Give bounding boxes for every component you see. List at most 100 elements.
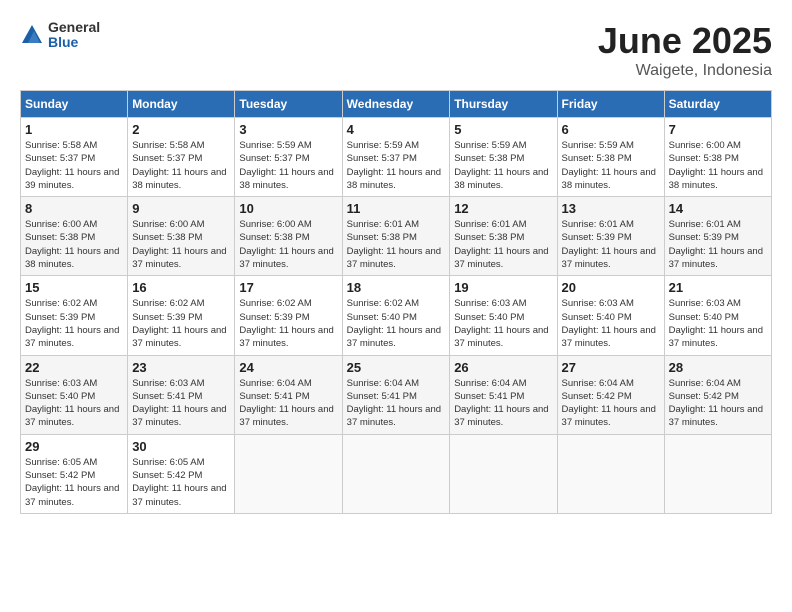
day-number: 28 [669,360,767,375]
logo-general: General [48,20,100,35]
calendar-day-cell: 22 Sunrise: 6:03 AMSunset: 5:40 PMDayligh… [21,355,128,434]
weekday-header-cell: Monday [128,91,235,118]
day-info: Sunrise: 6:03 AMSunset: 5:41 PMDaylight:… [132,377,230,430]
day-number: 23 [132,360,230,375]
day-info: Sunrise: 6:04 AMSunset: 5:42 PMDaylight:… [669,377,767,430]
calendar-day-cell: 4Sunrise: 5:59 AMSunset: 5:37 PMDaylight… [342,118,450,197]
calendar-day-cell: 24Sunrise: 6:04 AMSunset: 5:41 PMDayligh… [235,355,342,434]
day-info: Sunrise: 6:03 AMSunset: 5:40 PMDaylight:… [669,297,767,350]
logo-text: General Blue [48,20,100,51]
calendar-day-cell: 25Sunrise: 6:04 AMSunset: 5:41 PMDayligh… [342,355,450,434]
location: Waigete, Indonesia [598,62,772,80]
day-number: 16 [132,280,230,295]
day-info: Sunrise: 5:58 AMSunset: 5:37 PMDaylight:… [132,139,230,192]
day-number: 30 [132,439,230,454]
day-info: Sunrise: 6:02 AMSunset: 5:39 PMDaylight:… [132,297,230,350]
day-info: Sunrise: 5:59 AMSunset: 5:37 PMDaylight:… [239,139,337,192]
day-number: 8 [25,201,123,216]
day-number: 5 [454,122,552,137]
calendar-day-cell: 26 Sunrise: 6:04 AMSunset: 5:41 PMDayligh… [450,355,557,434]
day-number: 14 [669,201,767,216]
calendar-week-row: 22 Sunrise: 6:03 AMSunset: 5:40 PMDayligh… [21,355,772,434]
calendar-day-cell: 8Sunrise: 6:00 AMSunset: 5:38 PMDaylight… [21,197,128,276]
weekday-header-cell: Thursday [450,91,557,118]
calendar-day-cell: 19Sunrise: 6:03 AMSunset: 5:40 PMDayligh… [450,276,557,355]
day-number: 13 [562,201,660,216]
day-info: Sunrise: 6:01 AMSunset: 5:39 PMDaylight:… [669,218,767,271]
day-info: Sunrise: 6:01 AMSunset: 5:38 PMDaylight:… [454,218,552,271]
day-number: 7 [669,122,767,137]
day-info: Sunrise: 5:58 AMSunset: 5:37 PMDaylight:… [25,139,123,192]
calendar-day-cell [557,434,664,513]
calendar-day-cell: 5 Sunrise: 5:59 AMSunset: 5:38 PMDaylight… [450,118,557,197]
calendar-day-cell: 6 Sunrise: 5:59 AMSunset: 5:38 PMDaylight… [557,118,664,197]
calendar-day-cell [450,434,557,513]
calendar-day-cell: 23 Sunrise: 6:03 AMSunset: 5:41 PMDayligh… [128,355,235,434]
month-title: June 2025 [598,20,772,62]
day-info: Sunrise: 6:03 AMSunset: 5:40 PMDaylight:… [454,297,552,350]
day-info: Sunrise: 6:00 AMSunset: 5:38 PMDaylight:… [669,139,767,192]
day-number: 10 [239,201,337,216]
day-info: Sunrise: 6:00 AMSunset: 5:38 PMDaylight:… [239,218,337,271]
logo-icon [20,23,44,47]
calendar-day-cell: 7 Sunrise: 6:00 AMSunset: 5:38 PMDaylight… [664,118,771,197]
weekday-header-cell: Tuesday [235,91,342,118]
calendar-day-cell: 28 Sunrise: 6:04 AMSunset: 5:42 PMDayligh… [664,355,771,434]
day-info: Sunrise: 6:05 AMSunset: 5:42 PMDaylight:… [25,456,123,509]
day-number: 12 [454,201,552,216]
calendar-week-row: 29 Sunrise: 6:05 AMSunset: 5:42 PMDayligh… [21,434,772,513]
day-number: 17 [239,280,337,295]
day-number: 4 [347,122,446,137]
day-number: 18 [347,280,446,295]
day-info: Sunrise: 6:02 AMSunset: 5:40 PMDaylight:… [347,297,446,350]
calendar-day-cell: 10 Sunrise: 6:00 AMSunset: 5:38 PMDayligh… [235,197,342,276]
day-number: 26 [454,360,552,375]
day-info: Sunrise: 6:02 AMSunset: 5:39 PMDaylight:… [239,297,337,350]
day-info: Sunrise: 6:01 AMSunset: 5:39 PMDaylight:… [562,218,660,271]
day-number: 22 [25,360,123,375]
day-info: Sunrise: 5:59 AMSunset: 5:38 PMDaylight:… [562,139,660,192]
day-number: 2 [132,122,230,137]
calendar-day-cell: 15 Sunrise: 6:02 AMSunset: 5:39 PMDayligh… [21,276,128,355]
calendar-day-cell: 9Sunrise: 6:00 AMSunset: 5:38 PMDaylight… [128,197,235,276]
calendar-day-cell: 29 Sunrise: 6:05 AMSunset: 5:42 PMDayligh… [21,434,128,513]
day-info: Sunrise: 6:03 AMSunset: 5:40 PMDaylight:… [25,377,123,430]
weekday-header-row: SundayMondayTuesdayWednesdayThursdayFrid… [21,91,772,118]
day-info: Sunrise: 6:04 AMSunset: 5:41 PMDaylight:… [454,377,552,430]
day-info: Sunrise: 6:01 AMSunset: 5:38 PMDaylight:… [347,218,446,271]
day-number: 11 [347,201,446,216]
day-number: 15 [25,280,123,295]
weekday-header-cell: Friday [557,91,664,118]
calendar-day-cell: 20 Sunrise: 6:03 AMSunset: 5:40 PMDayligh… [557,276,664,355]
day-number: 1 [25,122,123,137]
calendar-day-cell: 12 Sunrise: 6:01 AMSunset: 5:38 PMDayligh… [450,197,557,276]
day-number: 3 [239,122,337,137]
calendar-day-cell: 2 Sunrise: 5:58 AMSunset: 5:37 PMDaylight… [128,118,235,197]
logo-blue: Blue [48,35,100,50]
calendar-day-cell: 21Sunrise: 6:03 AMSunset: 5:40 PMDayligh… [664,276,771,355]
day-number: 6 [562,122,660,137]
day-number: 20 [562,280,660,295]
calendar-week-row: 8 Sunrise: 6:00 AMSunset: 5:38 PMDaylight… [21,197,772,276]
calendar-day-cell: 30 Sunrise: 6:05 AMSunset: 5:42 PMDayligh… [128,434,235,513]
day-info: Sunrise: 6:02 AMSunset: 5:39 PMDaylight:… [25,297,123,350]
day-info: Sunrise: 6:05 AMSunset: 5:42 PMDaylight:… [132,456,230,509]
calendar-day-cell [664,434,771,513]
day-info: Sunrise: 5:59 AMSunset: 5:38 PMDaylight:… [454,139,552,192]
calendar-day-cell: 14 Sunrise: 6:01 AMSunset: 5:39 PMDayligh… [664,197,771,276]
calendar-table: SundayMondayTuesdayWednesdayThursdayFrid… [20,90,772,514]
page-header: General Blue June 2025 Waigete, Indonesi… [20,20,772,80]
calendar-day-cell: 17 Sunrise: 6:02 AMSunset: 5:39 PMDayligh… [235,276,342,355]
calendar-day-cell: 11 Sunrise: 6:01 AMSunset: 5:38 PMDayligh… [342,197,450,276]
day-number: 29 [25,439,123,454]
calendar-day-cell: 3 Sunrise: 5:59 AMSunset: 5:37 PMDaylight… [235,118,342,197]
day-info: Sunrise: 6:04 AMSunset: 5:42 PMDaylight:… [562,377,660,430]
weekday-header-cell: Sunday [21,91,128,118]
calendar-body: 1 Sunrise: 5:58 AMSunset: 5:37 PMDaylight… [21,118,772,514]
day-info: Sunrise: 6:03 AMSunset: 5:40 PMDaylight:… [562,297,660,350]
day-number: 24 [239,360,337,375]
calendar-day-cell: 16 Sunrise: 6:02 AMSunset: 5:39 PMDayligh… [128,276,235,355]
calendar-day-cell: 1 Sunrise: 5:58 AMSunset: 5:37 PMDaylight… [21,118,128,197]
weekday-header-cell: Wednesday [342,91,450,118]
weekday-header-cell: Saturday [664,91,771,118]
